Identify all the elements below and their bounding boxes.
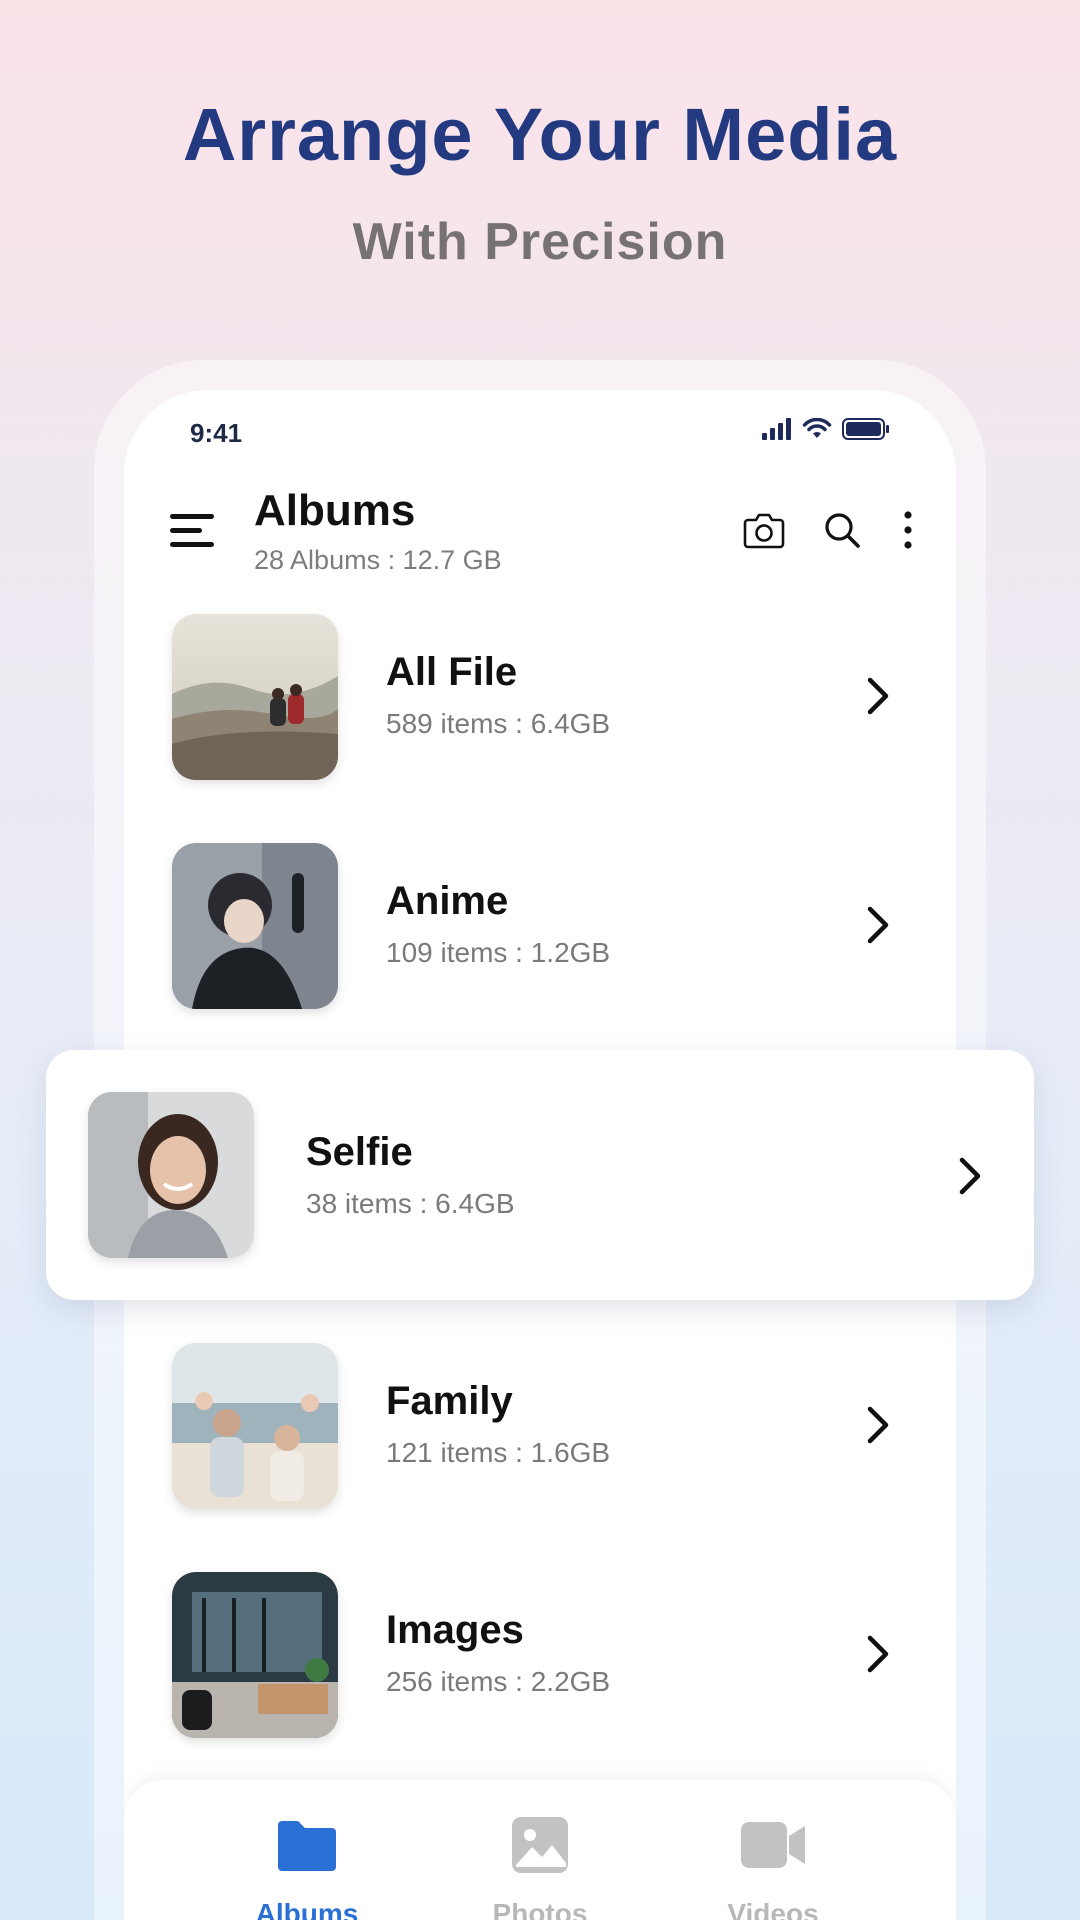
video-camera-icon: [741, 1822, 805, 1868]
status-time: 9:41: [190, 418, 243, 448]
album-row-anime[interactable]: Anime 109 items : 1.2GB: [172, 843, 932, 1011]
promo-subheadline: With Precision: [352, 213, 728, 271]
more-options-button[interactable]: [898, 508, 918, 552]
album-name: Selfie: [306, 1130, 413, 1174]
album-row-selfie[interactable]: Selfie 38 items : 6.4GB: [46, 1050, 1034, 1300]
promo-headline: Arrange Your Media: [182, 93, 898, 176]
wifi-icon: [802, 418, 832, 438]
more-vertical-icon: [904, 511, 912, 549]
nav-label-photos: Photos: [492, 1898, 588, 1920]
chevron-right-icon: [867, 677, 889, 715]
album-meta: 589 items : 6.4GB: [386, 708, 611, 739]
album-thumbnail-selfie: [88, 1092, 254, 1258]
chevron-right-icon: [959, 1157, 981, 1195]
nav-tab-photos[interactable]: Photos: [455, 1808, 625, 1920]
nav-label-albums: Albums: [255, 1898, 359, 1920]
album-thumbnail-anime: [172, 843, 338, 1009]
album-meta: 121 items : 1.6GB: [386, 1437, 611, 1468]
album-meta: 256 items : 2.2GB: [386, 1666, 611, 1697]
search-icon: [825, 513, 860, 548]
signal-icon: [762, 418, 791, 440]
chevron-right-icon: [867, 1406, 889, 1444]
nav-label-videos: Videos: [727, 1898, 819, 1920]
folder-icon: [278, 1821, 336, 1871]
appbar-actions: [742, 508, 918, 552]
album-row-family[interactable]: Family 121 items : 1.6GB: [172, 1343, 932, 1511]
nav-tab-videos[interactable]: Videos: [688, 1808, 858, 1920]
camera-icon: [743, 513, 785, 549]
album-row-all-file[interactable]: All File 589 items : 6.4GB: [172, 614, 932, 782]
menu-button[interactable]: [168, 510, 218, 550]
page-title: Albums: [254, 486, 416, 535]
chevron-right-icon: [867, 906, 889, 944]
album-meta: 38 items : 6.4GB: [306, 1188, 515, 1219]
image-icon: [512, 1817, 568, 1873]
battery-icon: [842, 418, 889, 440]
search-button[interactable]: [820, 508, 864, 552]
album-name: All File: [386, 650, 518, 694]
menu-icon: [170, 514, 214, 547]
album-thumbnail-all-file: [172, 614, 338, 780]
albums-summary: 28 Albums : 12.7 GB: [254, 545, 502, 575]
camera-button[interactable]: [742, 508, 786, 552]
album-thumbnail-images: [172, 1572, 338, 1738]
chevron-right-icon: [867, 1635, 889, 1673]
album-thumbnail-family: [172, 1343, 338, 1509]
status-icons: [762, 418, 890, 440]
bottom-navigation: Albums Photos Videos: [124, 1780, 956, 1920]
album-row-images[interactable]: Images 256 items : 2.2GB: [172, 1572, 932, 1740]
album-meta: 109 items : 1.2GB: [386, 937, 611, 968]
nav-tab-albums[interactable]: Albums: [222, 1808, 392, 1920]
album-name: Family: [386, 1379, 513, 1423]
album-name: Images: [386, 1608, 524, 1652]
album-name: Anime: [386, 879, 509, 923]
